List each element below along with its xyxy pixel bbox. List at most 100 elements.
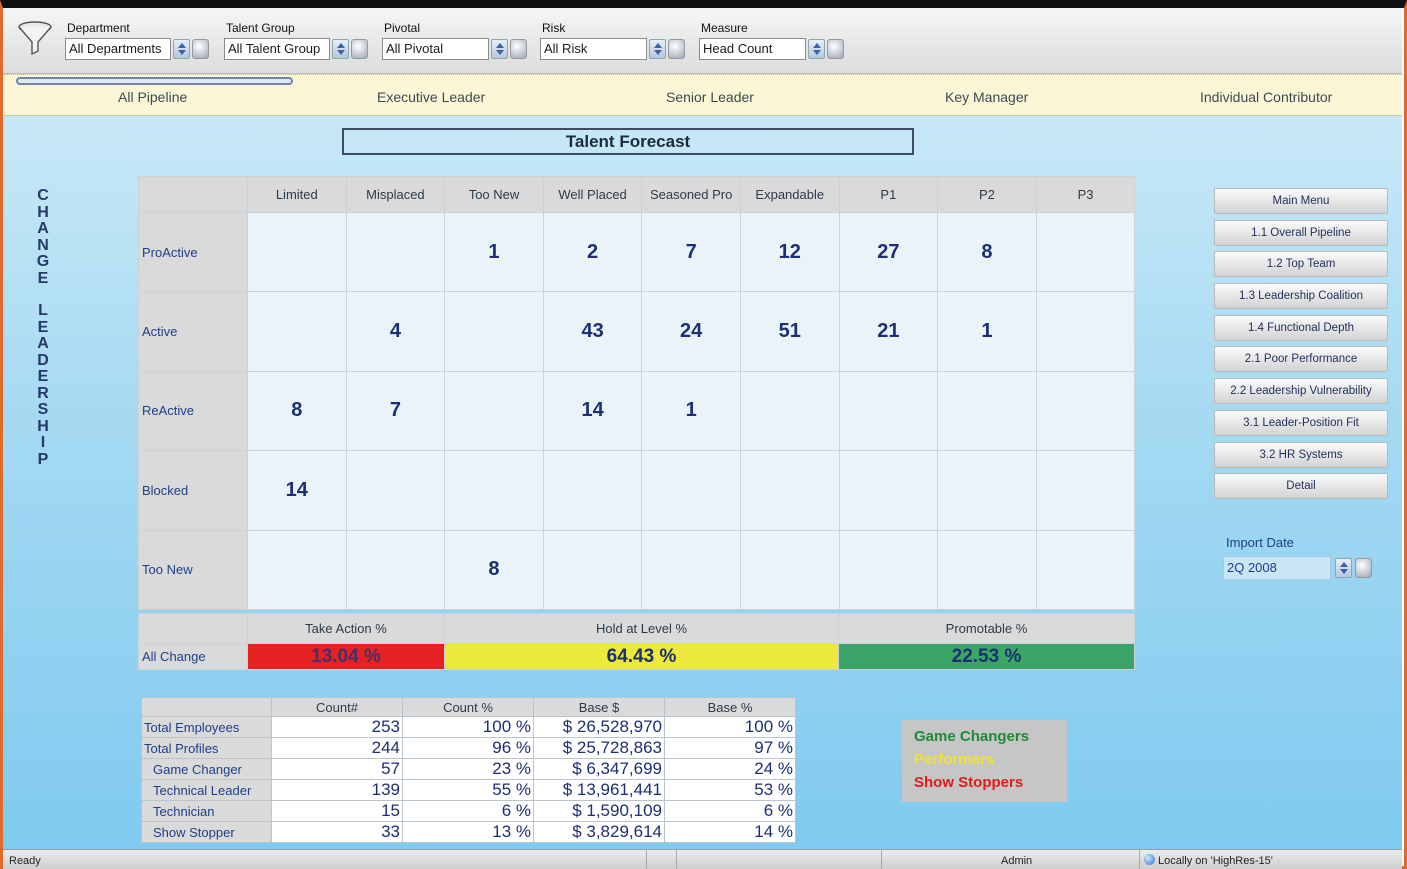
nav-button[interactable]: Main Menu <box>1214 188 1388 214</box>
tab-all-pipeline[interactable]: All Pipeline <box>118 89 187 105</box>
department-spin-icon[interactable] <box>173 39 190 59</box>
matrix-cell[interactable] <box>444 291 544 372</box>
matrix-cell[interactable]: 27 <box>838 211 939 293</box>
status-divider <box>881 850 882 869</box>
right-nav-menu: Main Menu 1.1 Overall Pipeline 1.2 Top Tea… <box>1214 188 1388 505</box>
nav-button[interactable]: 1.4 Functional Depth <box>1214 314 1388 341</box>
measure-filter-icon[interactable] <box>827 39 844 59</box>
import-date-select[interactable]: 2Q 2008 <box>1223 556 1331 580</box>
matrix-cell[interactable] <box>1035 450 1136 531</box>
pivotal-spin-icon[interactable] <box>491 39 508 59</box>
tab-senior-leader[interactable]: Senior Leader <box>666 89 754 105</box>
nav-button[interactable]: 3.2 HR Systems <box>1214 441 1388 468</box>
count-header: Count# <box>271 697 403 717</box>
matrix-cell[interactable]: 12 <box>739 211 840 293</box>
matrix-cell[interactable] <box>739 450 840 531</box>
talent-group-clear-icon[interactable] <box>351 39 368 59</box>
matrix-cell[interactable] <box>1035 291 1136 372</box>
nav-button[interactable]: 3.1 Leader-Position Fit <box>1214 409 1388 436</box>
matrix-cell[interactable]: 8 <box>444 529 544 610</box>
stats-value: $ 25,728,863 <box>533 737 665 759</box>
matrix-cell[interactable] <box>247 291 347 372</box>
matrix-cell[interactable]: 8 <box>247 370 347 452</box>
pivotal-select[interactable]: All Pivotal <box>382 38 489 60</box>
import-date-clear-icon[interactable] <box>1355 558 1372 578</box>
tab-executive-leader[interactable]: Executive Leader <box>377 89 485 105</box>
matrix-cell[interactable]: 21 <box>838 291 939 372</box>
nav-button[interactable]: Detail <box>1214 473 1388 500</box>
matrix-row: Active 4 43 24 51 21 1 <box>138 291 1136 372</box>
nav-button[interactable]: 1.1 Overall Pipeline <box>1214 219 1388 246</box>
matrix-cell[interactable] <box>1035 529 1136 610</box>
matrix-cell[interactable]: 14 <box>542 370 643 452</box>
stats-value: 96 % <box>402 737 534 759</box>
matrix-cell[interactable]: 4 <box>345 291 446 372</box>
matrix-cell[interactable] <box>444 450 544 531</box>
filter-funnel-icon[interactable] <box>17 20 53 58</box>
matrix-cell[interactable] <box>937 370 1037 452</box>
talent-group-select[interactable]: All Talent Group <box>224 38 330 60</box>
matrix-cell[interactable] <box>345 211 446 293</box>
matrix-cell[interactable] <box>247 211 347 293</box>
matrix-row-header: Blocked <box>138 450 248 531</box>
matrix-cell[interactable] <box>838 529 939 610</box>
matrix-cell[interactable]: 1 <box>641 370 741 452</box>
matrix-cell[interactable] <box>247 529 347 610</box>
side-label: CHANGE LEADERSHIP <box>33 187 53 468</box>
department-select[interactable]: All Departments <box>65 38 171 60</box>
measure-select[interactable]: Head Count <box>699 38 806 60</box>
matrix-cell[interactable]: 43 <box>542 291 643 372</box>
matrix-cell[interactable] <box>1035 370 1136 452</box>
stats-value: 53 % <box>664 779 796 801</box>
matrix-column-header: Limited <box>247 176 347 213</box>
talent-group-spin-icon[interactable] <box>332 39 349 59</box>
matrix-cell[interactable]: 2 <box>542 211 643 293</box>
matrix-row-header: Active <box>138 291 248 372</box>
matrix-cell[interactable]: 1 <box>937 291 1037 372</box>
legend-item: Show Stoppers <box>914 774 1024 791</box>
matrix-cell[interactable] <box>641 529 741 610</box>
matrix-cell[interactable]: 24 <box>641 291 741 372</box>
matrix-cell[interactable] <box>542 529 643 610</box>
nav-button[interactable]: 1.3 Leadership Coalition <box>1214 283 1388 310</box>
stats-row: Show Stopper 33 13 % $ 3,829,614 14 % <box>141 821 796 843</box>
tab-individual-contributor[interactable]: Individual Contributor <box>1200 89 1332 105</box>
matrix-cell[interactable] <box>345 450 446 531</box>
matrix-cell[interactable] <box>1035 211 1136 293</box>
import-date-spin-icon[interactable] <box>1335 558 1352 578</box>
matrix-cell[interactable] <box>542 450 643 531</box>
side-label-letter: E <box>37 269 49 287</box>
matrix-cell[interactable]: 1 <box>444 211 544 293</box>
tab-key-manager[interactable]: Key Manager <box>945 89 1028 105</box>
matrix-row: Blocked 14 <box>138 450 1136 531</box>
matrix-row-header: ProActive <box>138 211 248 293</box>
matrix-cell[interactable]: 7 <box>345 370 446 452</box>
department-clear-icon[interactable] <box>192 39 209 59</box>
matrix-cell[interactable] <box>739 529 840 610</box>
matrix-cell[interactable]: 8 <box>937 211 1037 293</box>
matrix-cell[interactable] <box>937 529 1037 610</box>
matrix-cell[interactable]: 51 <box>739 291 840 372</box>
risk-select[interactable]: All Risk <box>540 38 647 60</box>
stats-value: 13 % <box>402 821 534 843</box>
stats-value: 33 <box>271 821 403 843</box>
matrix-cell[interactable] <box>838 370 939 452</box>
nav-button[interactable]: 2.2 Leadership Vulnerability <box>1214 378 1388 405</box>
matrix-cell[interactable] <box>937 450 1037 531</box>
matrix-cell[interactable] <box>345 529 446 610</box>
measure-spin-icon[interactable] <box>808 39 825 59</box>
matrix-cell[interactable] <box>838 450 939 531</box>
risk-clear-icon[interactable] <box>668 39 685 59</box>
nav-button[interactable]: 1.2 Top Team <box>1214 251 1388 278</box>
matrix-cell[interactable] <box>641 450 741 531</box>
matrix-cell[interactable]: 7 <box>641 211 741 293</box>
pivotal-clear-icon[interactable] <box>510 39 527 59</box>
matrix-cell[interactable] <box>739 370 840 452</box>
matrix-cell[interactable] <box>444 370 544 452</box>
take-action-value: 13.04 % <box>247 643 445 670</box>
matrix-corner <box>138 176 248 213</box>
matrix-cell[interactable]: 14 <box>247 450 347 531</box>
pivotal-label: Pivotal <box>384 21 421 35</box>
nav-button[interactable]: 2.1 Poor Performance <box>1214 346 1388 373</box>
risk-spin-icon[interactable] <box>649 39 666 59</box>
